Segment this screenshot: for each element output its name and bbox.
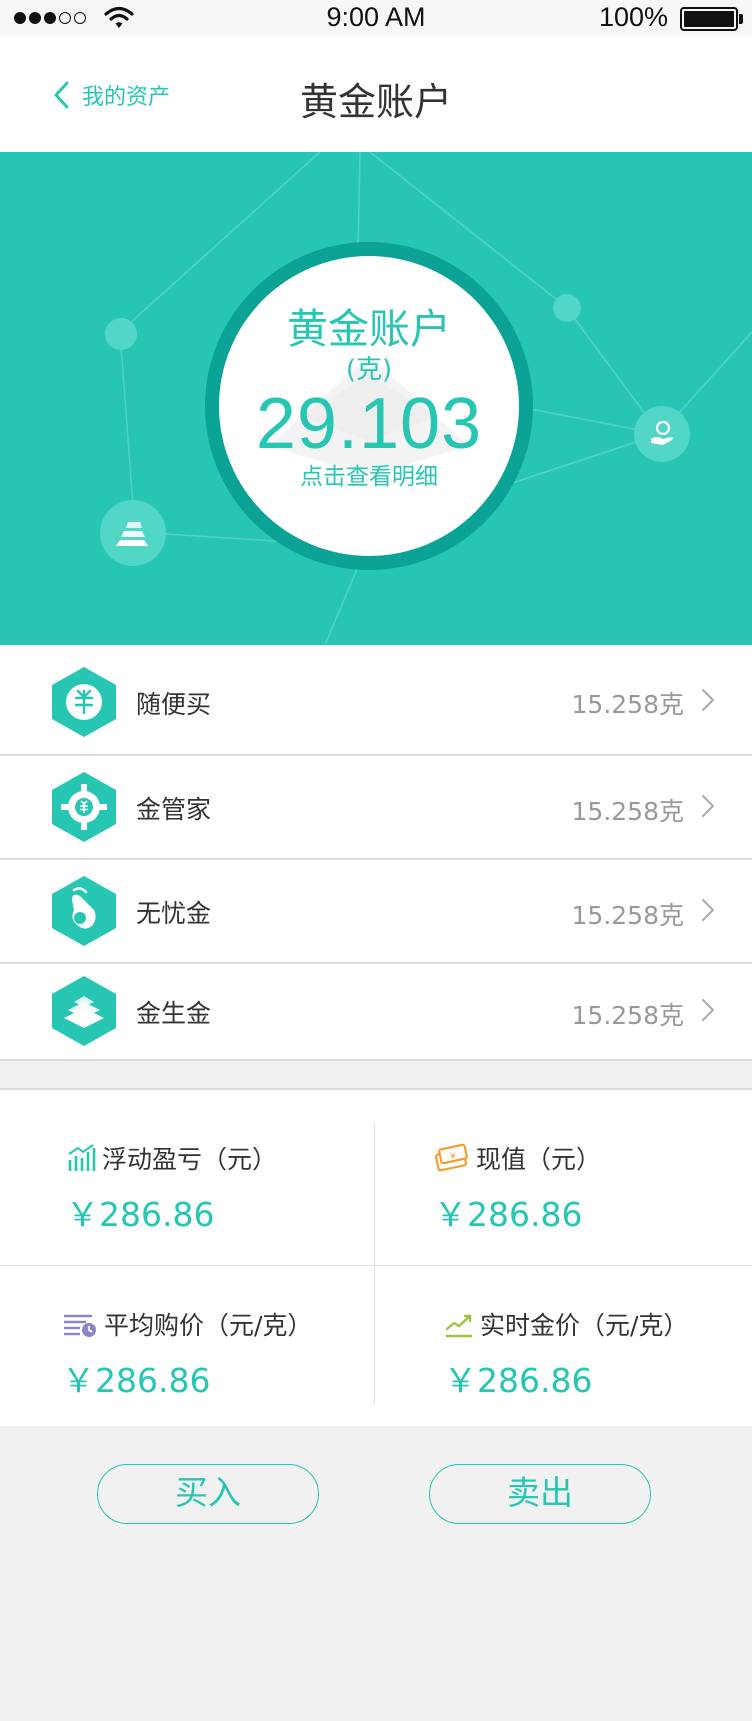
gold-summary-hero: 黄金账户 (克) 29.103 点击查看明细 (0, 152, 752, 645)
battery-percentage: 100% (598, 2, 668, 32)
status-bar: 9:00 AM 100% (0, 0, 752, 37)
bar-chart-icon (68, 1144, 96, 1171)
account-value: 15.258克 (571, 690, 684, 719)
stat-value: ￥286.86 (444, 1361, 593, 1400)
stat-value: ￥286.86 (62, 1361, 211, 1400)
stat-label: 现值（元） (476, 1145, 602, 1174)
account-label: 金生金 (136, 999, 212, 1028)
hand-coin-icon (52, 876, 116, 946)
battery-tip (739, 14, 743, 24)
account-row-wuyoujin[interactable]: 无忧金 15.258克 (0, 860, 752, 964)
account-row-suibianmai[interactable]: 随便买 15.258克 (0, 645, 752, 756)
chevron-right-icon (702, 899, 715, 921)
account-label: 金管家 (136, 795, 212, 824)
sell-button[interactable]: 卖出 (429, 1464, 651, 1524)
banknote-icon: ¥ (434, 1143, 468, 1172)
summary-title: 黄金账户 (287, 305, 451, 353)
page-title: 黄金账户 (299, 80, 452, 124)
float-dot-left (105, 318, 137, 350)
account-value: 15.258克 (571, 901, 684, 930)
stat-label: 平均购价（元/克） (104, 1311, 313, 1340)
chevron-right-icon (702, 999, 715, 1021)
chevron-right-icon (702, 795, 715, 817)
stats-divider-horizontal (0, 1265, 752, 1266)
account-value: 15.258克 (571, 1001, 684, 1030)
view-detail-link[interactable]: 点击查看明细 (219, 462, 519, 492)
battery-icon (680, 7, 738, 31)
stat-value: ￥286.86 (434, 1195, 583, 1234)
list-clock-icon (64, 1314, 96, 1337)
account-label: 无忧金 (136, 899, 212, 928)
buy-button[interactable]: 买入 (97, 1464, 319, 1524)
stat-label: 实时金价（元/克） (480, 1311, 689, 1340)
float-dot-right (553, 294, 581, 322)
gold-account-list: 随便买 15.258克 金管家 15.258克 无忧金 15.258克 金生金 … (0, 645, 752, 1061)
hand-coin-float-icon (634, 406, 690, 462)
trend-line-icon (445, 1314, 472, 1338)
gold-summary-circle[interactable]: 黄金账户 (克) 29.103 点击查看明细 (219, 256, 519, 556)
stat-realtime-price: 实时金价（元/克） ￥286.86 (444, 1306, 752, 1402)
gold-bars-icon (52, 976, 116, 1046)
gold-bars-float-icon (100, 500, 166, 566)
stat-floating-pnl: 浮动盈亏（元） ￥286.86 (66, 1140, 406, 1236)
gear-yuan-icon (52, 772, 116, 842)
summary-unit: (克) (345, 355, 393, 385)
stat-value: ￥286.86 (66, 1195, 215, 1234)
svg-text:¥: ¥ (450, 1152, 456, 1162)
stats-grid: 浮动盈亏（元） ￥286.86 ¥ 现值（元） ￥286.86 平均购价（元/克… (0, 1088, 752, 1426)
chevron-right-icon (702, 689, 715, 711)
yuan-bag-icon (52, 667, 116, 737)
nav-bar: 我的资产 黄金账户 (0, 37, 752, 152)
account-row-jinshengjin[interactable]: 金生金 15.258克 (0, 964, 752, 1061)
stat-label: 浮动盈亏（元） (102, 1145, 278, 1174)
summary-value: 29.103 (255, 384, 483, 464)
account-row-jinguanjia[interactable]: 金管家 15.258克 (0, 756, 752, 860)
account-value: 15.258克 (571, 797, 684, 826)
account-label: 随便买 (136, 690, 212, 719)
stat-average-price: 平均购价（元/克） ￥286.86 (62, 1306, 402, 1402)
stat-present-value: ¥ 现值（元） ￥286.86 (434, 1140, 752, 1236)
